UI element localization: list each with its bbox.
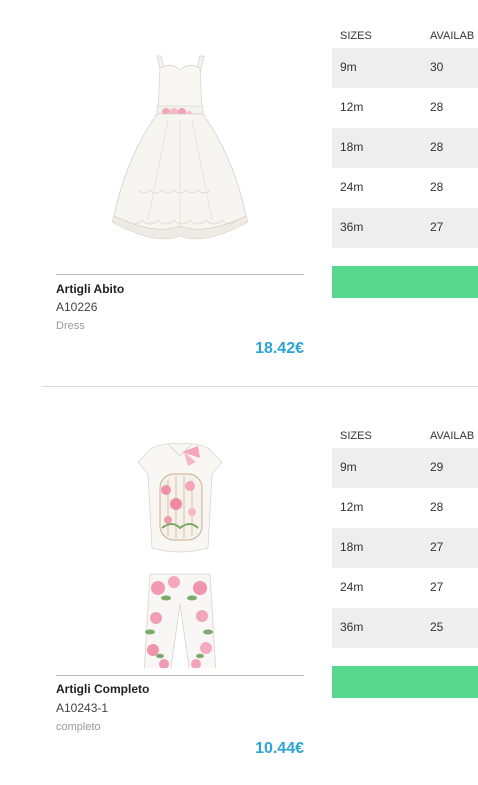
size-cell: 9m	[340, 60, 357, 74]
size-cell: 12m	[340, 500, 364, 514]
product-image[interactable]	[56, 428, 304, 675]
size-cell: 18m	[340, 540, 364, 554]
product-image[interactable]	[56, 40, 304, 270]
product-separator	[42, 386, 478, 387]
sizes-header: SIZES	[340, 430, 372, 442]
size-cell: 36m	[340, 620, 364, 634]
size-availability-table: SIZES AVAILAB 9m 30 12m 28 18m 28 24m 28…	[332, 26, 478, 248]
available-cell: 28	[430, 180, 444, 194]
product-category: Dress	[56, 320, 85, 332]
table-header: SIZES AVAILAB	[332, 426, 478, 448]
add-to-cart-button[interactable]	[332, 666, 478, 698]
white-dress-image	[111, 55, 249, 240]
product-price: 10.44€	[255, 740, 304, 757]
available-header: AVAILAB	[430, 30, 475, 42]
size-cell: 24m	[340, 180, 364, 194]
product-info-divider	[56, 274, 304, 275]
product-category: completo	[56, 721, 101, 733]
table-header: SIZES AVAILAB	[332, 26, 478, 48]
size-availability-table: SIZES AVAILAB 9m 29 12m 28 18m 27 24m 27…	[332, 426, 478, 648]
table-row: 36m 27	[332, 208, 478, 248]
size-cell: 24m	[340, 580, 364, 594]
table-row: 24m 28	[332, 168, 478, 208]
available-cell: 27	[430, 220, 444, 234]
available-cell: 25	[430, 620, 444, 634]
product-name[interactable]: Artigli Abito	[56, 282, 124, 296]
product-name[interactable]: Artigli Completo	[56, 682, 149, 696]
table-row: 12m 28	[332, 488, 478, 528]
product-card: Artigli Abito A10226 Dress 18.42€ SIZES …	[0, 0, 478, 385]
available-cell: 30	[430, 60, 444, 74]
product-price: 18.42€	[255, 340, 304, 357]
available-cell: 29	[430, 460, 444, 474]
table-row: 9m 29	[332, 448, 478, 488]
table-row: 9m 30	[332, 48, 478, 88]
product-card: Artigli Completo A10243-1 completo 10.44…	[0, 400, 478, 785]
table-row: 18m 28	[332, 128, 478, 168]
floral-outfit-image	[137, 443, 223, 675]
size-cell: 36m	[340, 220, 364, 234]
sizes-header: SIZES	[340, 30, 372, 42]
available-cell: 28	[430, 140, 444, 154]
size-cell: 18m	[340, 140, 364, 154]
available-cell: 28	[430, 500, 444, 514]
table-row: 36m 25	[332, 608, 478, 648]
available-cell: 28	[430, 100, 444, 114]
table-row: 12m 28	[332, 88, 478, 128]
add-to-cart-button[interactable]	[332, 266, 478, 298]
product-info-divider	[56, 675, 304, 676]
available-header: AVAILAB	[430, 430, 475, 442]
product-sku: A10243-1	[56, 701, 109, 715]
available-cell: 27	[430, 580, 444, 594]
table-row: 24m 27	[332, 568, 478, 608]
available-cell: 27	[430, 540, 444, 554]
size-cell: 9m	[340, 460, 357, 474]
product-sku: A10226	[56, 300, 98, 314]
table-row: 18m 27	[332, 528, 478, 568]
size-cell: 12m	[340, 100, 364, 114]
